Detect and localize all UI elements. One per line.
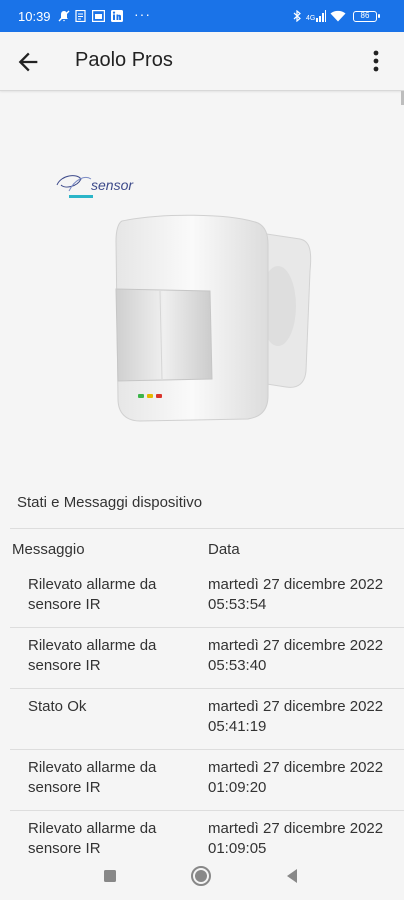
row-message: Rilevato allarme da sensore IR	[28, 637, 157, 674]
device-detail-content[interactable]: sensor Stati e Messaggi dispositivo Mess…	[0, 91, 404, 853]
svg-text:4G: 4G	[306, 15, 315, 22]
row-message: Rilevato allarme da sensore IR	[28, 820, 157, 853]
row-message: Rilevato allarme da sensore IR	[28, 759, 157, 796]
image-icon	[92, 10, 105, 22]
column-header-date: Data	[208, 541, 240, 558]
table-row[interactable]: Rilevato allarme da sensore IR martedì 27…	[0, 811, 404, 853]
section-title: Stati e Messaggi dispositivo	[17, 494, 203, 511]
column-header-message: Messaggio	[12, 541, 85, 558]
row-date: martedì 27 dicembre 2022 01:09:20	[208, 759, 384, 796]
nav-home-icon[interactable]	[190, 865, 212, 887]
section-divider	[10, 528, 404, 529]
linkedin-icon	[111, 10, 123, 22]
row-message: Rilevato allarme da sensore IR	[28, 576, 157, 613]
more-vert-icon[interactable]	[364, 46, 388, 76]
table-row[interactable]: Stato Ok martedì 27 dicembre 2022 05:41:1…	[0, 689, 404, 750]
status-bar: 10:39 ··· 4G 86	[0, 0, 404, 32]
nav-back-icon[interactable]	[285, 868, 299, 884]
row-date: martedì 27 dicembre 2022 05:41:19	[208, 698, 384, 735]
esensor-logo-icon	[56, 175, 93, 198]
wifi-icon	[330, 10, 346, 22]
row-message: Stato Ok	[28, 698, 87, 715]
logo-text: sensor	[91, 177, 134, 193]
row-date: martedì 27 dicembre 2022 01:09:05	[208, 820, 384, 853]
motion-sensor-image	[115, 214, 312, 422]
app-bar: Paolo Pros	[0, 32, 404, 91]
row-date: martedì 27 dicembre 2022 05:53:54	[208, 576, 384, 613]
table-row[interactable]: Rilevato allarme da sensore IR martedì 27…	[0, 567, 404, 628]
status-time: 10:39	[18, 9, 51, 24]
back-arrow-icon[interactable]	[14, 48, 42, 76]
row-date: martedì 27 dicembre 2022 05:53:40	[208, 637, 384, 674]
mute-notification-icon	[58, 10, 70, 22]
page-title: Paolo Pros	[75, 49, 173, 71]
system-nav-bar	[0, 853, 404, 900]
bluetooth-icon	[293, 10, 301, 22]
signal-icon: 4G	[306, 10, 326, 22]
document-icon	[75, 10, 86, 22]
battery-icon: 86	[353, 11, 380, 22]
table-row[interactable]: Rilevato allarme da sensore IR martedì 27…	[0, 750, 404, 811]
more-notifications-icon: ···	[134, 6, 151, 22]
table-row[interactable]: Rilevato allarme da sensore IR martedì 27…	[0, 628, 404, 689]
nav-recents-icon[interactable]	[103, 869, 117, 883]
